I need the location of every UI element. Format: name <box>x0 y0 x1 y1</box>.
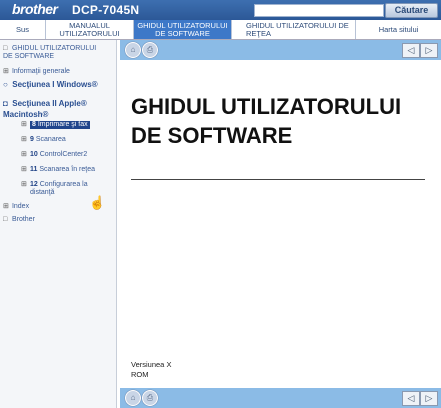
brother-logo: brother <box>12 1 58 17</box>
sidebar-item-section-windows[interactable]: ○ Secţiunea I Windows® <box>3 81 98 89</box>
divider <box>131 179 425 180</box>
sidebar-item-label: Secţiunea I Windows® <box>12 80 98 89</box>
tab-software-guide[interactable]: GHIDUL UTILIZATORULUI DE SOFTWARE <box>134 20 232 39</box>
next-page-icon[interactable]: ▷ <box>420 391 438 406</box>
sidebar-subitem-print-fax[interactable]: ⊞ 8 Imprimare şi fax <box>21 121 90 129</box>
expand-plus-icon: ⊞ <box>21 166 27 173</box>
sidebar-item-label: Informaţii generale <box>11 68 70 75</box>
tab-top[interactable]: Sus <box>0 20 46 39</box>
page-title: GHIDUL UTILIZATORULUI DE SOFTWARE <box>131 94 402 148</box>
chapter-number: 10 <box>30 151 38 158</box>
next-page-icon[interactable]: ▷ <box>420 43 438 58</box>
version-text: Versiunea X <box>131 360 172 369</box>
tab-bar: Sus MANUALUL UTILIZATORULUI GHIDUL UTILI… <box>0 20 441 40</box>
expand-plus-icon: ⊞ <box>3 68 9 75</box>
sidebar-item-label: ControlCenter2 <box>39 151 88 158</box>
page-icon: □ <box>3 45 8 52</box>
tab-site-map[interactable]: Harta sitului <box>356 20 441 39</box>
sidebar-item-label: Configurarea la distanţă <box>30 181 88 196</box>
sidebar-item-label: Index <box>11 203 30 210</box>
sidebar-item-software-guide[interactable]: □ GHIDUL UTILIZATORULUI DE SOFTWARE <box>3 45 101 61</box>
top-header: brother DCP-7045N Căutare <box>0 0 441 20</box>
chapter-number: 12 <box>30 181 38 188</box>
search-button[interactable]: Căutare <box>385 3 438 18</box>
home-icon[interactable]: ⌂ <box>125 42 141 58</box>
sidebar-subitem-controlcenter2[interactable]: ⊞ 10 ControlCenter2 <box>21 151 88 159</box>
main-content: ⌂ ⎙ ◁ ▷ GHIDUL UTILIZATORULUI DE SOFTWAR… <box>120 40 441 408</box>
previous-page-icon[interactable]: ◁ <box>402 43 420 58</box>
tab-user-guide[interactable]: MANUALUL UTILIZATORULUI <box>46 20 134 39</box>
hand-cursor-icon: ☝ <box>89 195 106 210</box>
sidebar-item-general-info[interactable]: ⊞ Informaţii generale <box>3 68 70 76</box>
print-icon[interactable]: ⎙ <box>142 42 158 58</box>
print-icon[interactable]: ⎙ <box>142 390 158 406</box>
chapter-number: 9 <box>30 136 34 143</box>
sidebar-item-label: Brother <box>11 216 35 223</box>
bottom-nav-bar: ⌂ ⎙ ◁ ▷ <box>120 388 441 408</box>
model-name: DCP-7045N <box>72 3 140 17</box>
sidebar-item-index[interactable]: ⊞ Index <box>3 203 29 211</box>
sidebar-item-brother[interactable]: □ Brother <box>3 216 35 224</box>
sidebar: □ GHIDUL UTILIZATORULUI DE SOFTWARE ⊞ In… <box>0 40 117 408</box>
home-icon[interactable]: ⌂ <box>125 390 141 406</box>
section-open-icon: ◘ <box>3 99 8 108</box>
sidebar-subitem-network-scanning[interactable]: ⊞ 11 Scanarea în reţea <box>21 166 96 174</box>
expand-plus-icon: ⊞ <box>21 151 27 158</box>
sidebar-item-label: Imprimare şi fax <box>37 121 88 128</box>
expand-plus-icon: ⊞ <box>21 121 27 128</box>
sidebar-item-label: Secţiunea II Apple® Macintosh® <box>3 99 87 119</box>
language-code: ROM <box>131 370 149 379</box>
expand-plus-icon: ⊞ <box>21 136 27 143</box>
sidebar-item-label: Scanarea <box>35 136 66 143</box>
sidebar-subitem-scanning[interactable]: ⊞ 9 Scanarea <box>21 136 66 144</box>
page-icon: □ <box>3 216 8 223</box>
chapter-number: 11 <box>30 166 38 173</box>
top-nav-bar: ⌂ ⎙ ◁ ▷ <box>120 40 441 60</box>
tab-network-guide[interactable]: GHIDUL UTILIZATORULUI DE REŢEA <box>232 20 356 39</box>
search-input[interactable] <box>254 4 384 17</box>
previous-page-icon[interactable]: ◁ <box>402 391 420 406</box>
section-marker-icon: ○ <box>3 80 8 89</box>
sidebar-item-section-mac[interactable]: ◘ Secţiunea II Apple® Macintosh® <box>3 98 111 120</box>
expand-plus-icon: ⊞ <box>21 181 27 188</box>
version-info: Versiunea X ROM <box>131 360 171 380</box>
expand-plus-icon: ⊞ <box>3 203 9 210</box>
sidebar-item-label: Scanarea în reţea <box>39 166 96 173</box>
chapter-number: 8 <box>32 121 36 128</box>
sidebar-item-label: GHIDUL UTILIZATORULUI DE SOFTWARE <box>3 45 97 60</box>
